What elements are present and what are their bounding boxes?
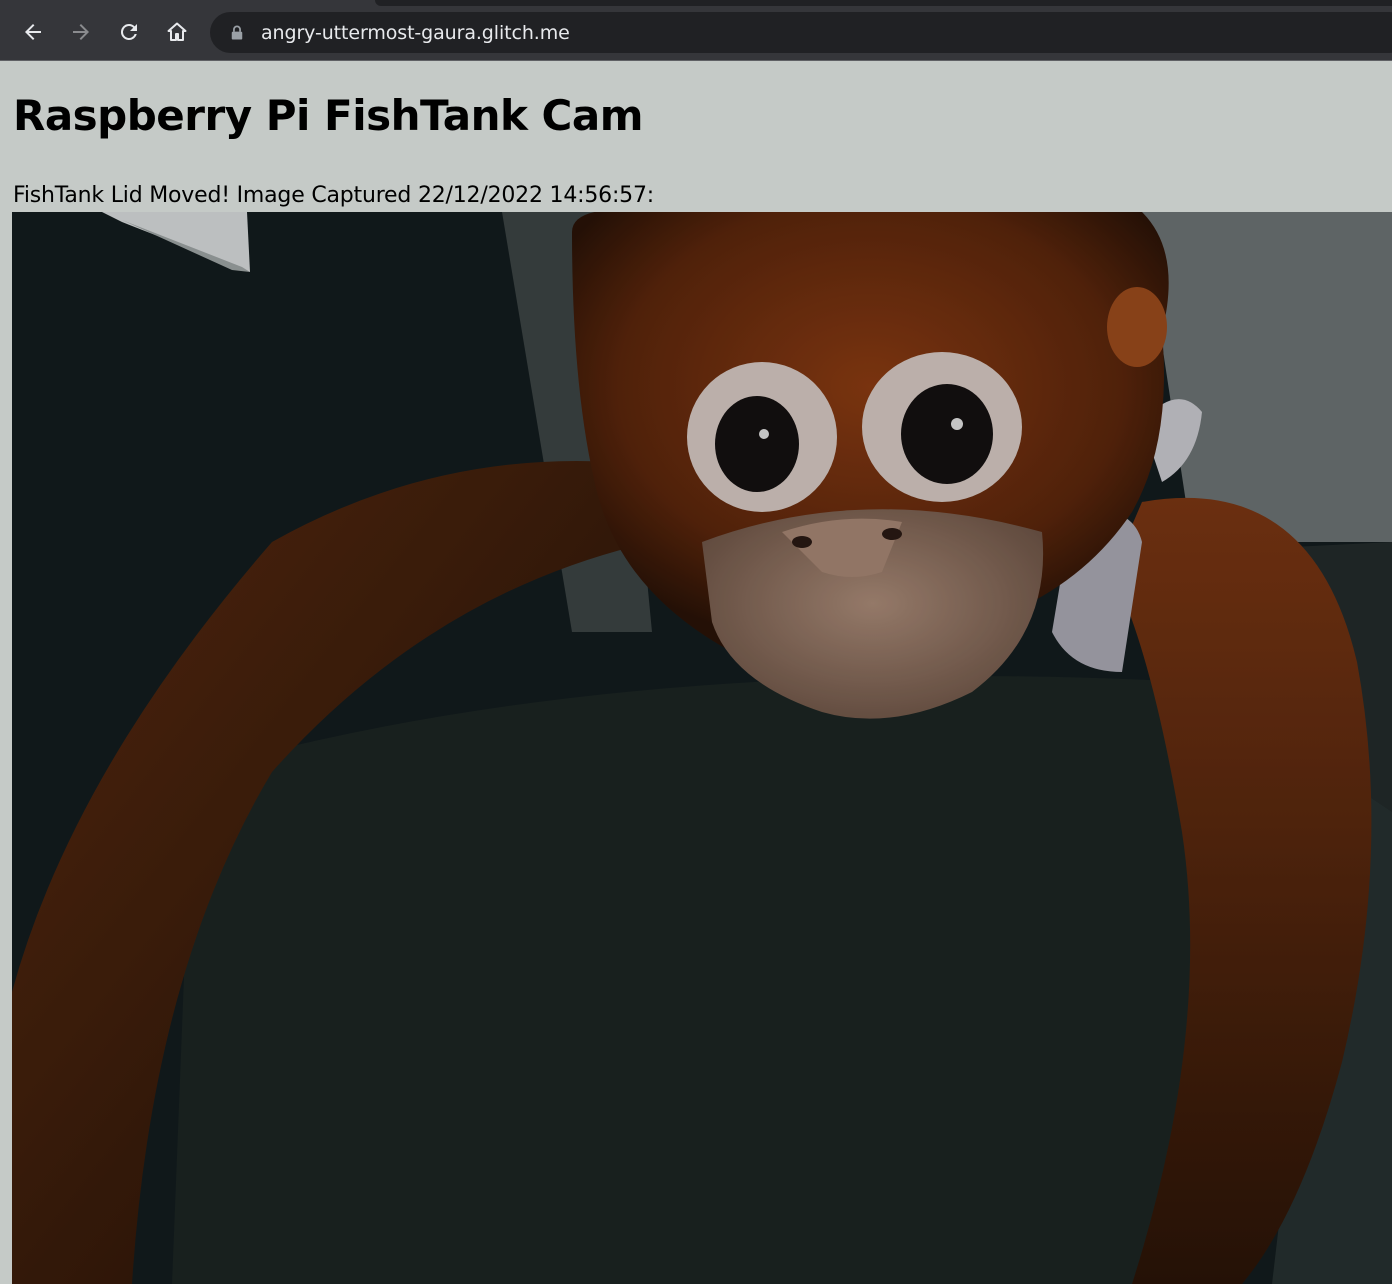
- captured-photo: [12, 212, 1392, 1284]
- reload-button[interactable]: [110, 13, 148, 51]
- back-button[interactable]: [14, 13, 52, 51]
- capture-caption: FishTank Lid Moved! Image Captured 22/12…: [13, 183, 654, 208]
- address-bar[interactable]: angry-uttermost-gaura.glitch.me: [210, 12, 1392, 53]
- arrow-right-icon: [73, 24, 89, 40]
- photo-illustration: [12, 212, 1392, 1284]
- url-text[interactable]: angry-uttermost-gaura.glitch.me: [261, 22, 570, 44]
- forward-button[interactable]: [62, 13, 100, 51]
- page-title: Raspberry Pi FishTank Cam: [13, 91, 643, 140]
- lock-icon[interactable]: [229, 24, 245, 42]
- page-content: Raspberry Pi FishTank Cam FishTank Lid M…: [0, 61, 1392, 1284]
- home-button[interactable]: [158, 13, 196, 51]
- reload-icon: [120, 23, 137, 40]
- home-icon: [167, 22, 187, 41]
- arrow-left-icon: [25, 24, 41, 40]
- tab-strip: [375, 0, 1392, 6]
- browser-toolbar: angry-uttermost-gaura.glitch.me: [0, 0, 1392, 61]
